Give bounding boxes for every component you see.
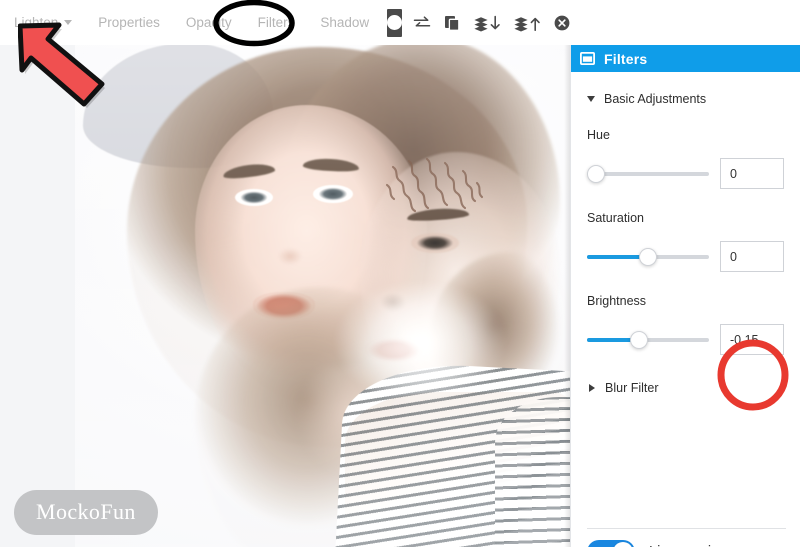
canvas-area[interactable]: MockoFun	[0, 45, 570, 547]
slider-thumb-brightness[interactable]	[630, 330, 648, 349]
live-preview-toggle-knob	[613, 542, 633, 547]
triangle-right-icon	[589, 384, 595, 392]
photo-nose-front	[273, 242, 307, 266]
portrait-double-exposure-image[interactable]	[75, 45, 570, 547]
mockofun-watermark: MockoFun	[14, 490, 158, 535]
artboard[interactable]: MockoFun	[0, 45, 570, 547]
filters-panel-footer: Live preview Apply Reset	[587, 540, 788, 547]
photo-eye-right	[313, 185, 353, 203]
flip-horizontal-icon[interactable]	[412, 8, 432, 38]
slider-saturation[interactable]	[587, 247, 709, 266]
live-preview-toggle[interactable]	[587, 540, 635, 547]
slider-thumb-saturation[interactable]	[639, 247, 657, 266]
slider-track-hue	[587, 171, 709, 176]
control-label-brightness: Brightness	[587, 294, 647, 308]
duplicate-layer-icon[interactable]	[442, 8, 462, 38]
toolbar-item-shadow[interactable]: Shadow	[320, 15, 369, 30]
section-basic-adjustments[interactable]: Basic Adjustments	[587, 92, 784, 106]
red-arrow-annotation	[18, 22, 105, 108]
input-hue[interactable]: 0	[720, 158, 784, 189]
control-saturation: Saturation 0	[587, 211, 784, 272]
bring-layer-up-icon[interactable]	[512, 8, 542, 38]
photo-overlap-veil	[315, 267, 525, 417]
filters-panel: Filters Basic Adjustments Hue 0 Saturati…	[570, 45, 800, 547]
filters-panel-title: Filters	[604, 50, 648, 67]
black-ellipse-annotation	[213, 0, 295, 47]
section-label-blur-filter: Blur Filter	[605, 381, 659, 395]
control-label-hue: Hue	[587, 128, 610, 142]
send-layer-down-icon[interactable]	[472, 8, 502, 38]
mockofun-editor: Lighten Properties Opacity Filters Shado…	[0, 0, 800, 547]
delete-layer-icon[interactable]	[552, 8, 572, 38]
triangle-down-icon	[587, 96, 595, 102]
control-label-saturation: Saturation	[587, 211, 644, 225]
control-hue: Hue 0	[587, 128, 784, 189]
color-swatch-dot	[387, 15, 403, 30]
photo-eye-left	[235, 189, 273, 206]
slider-brightness[interactable]	[587, 330, 709, 349]
toolbar-label-shadow: Shadow	[320, 15, 370, 30]
color-swatch-icon[interactable]	[387, 8, 403, 37]
window-icon	[580, 52, 595, 65]
slider-thumb-hue[interactable]	[587, 164, 605, 183]
panel-divider	[587, 528, 786, 529]
filters-panel-header: Filters	[571, 45, 800, 72]
red-circle-annotation	[717, 339, 789, 411]
input-saturation[interactable]: 0	[720, 241, 784, 272]
section-label-basic-adjustments: Basic Adjustments	[604, 92, 707, 106]
slider-hue[interactable]	[587, 164, 709, 183]
